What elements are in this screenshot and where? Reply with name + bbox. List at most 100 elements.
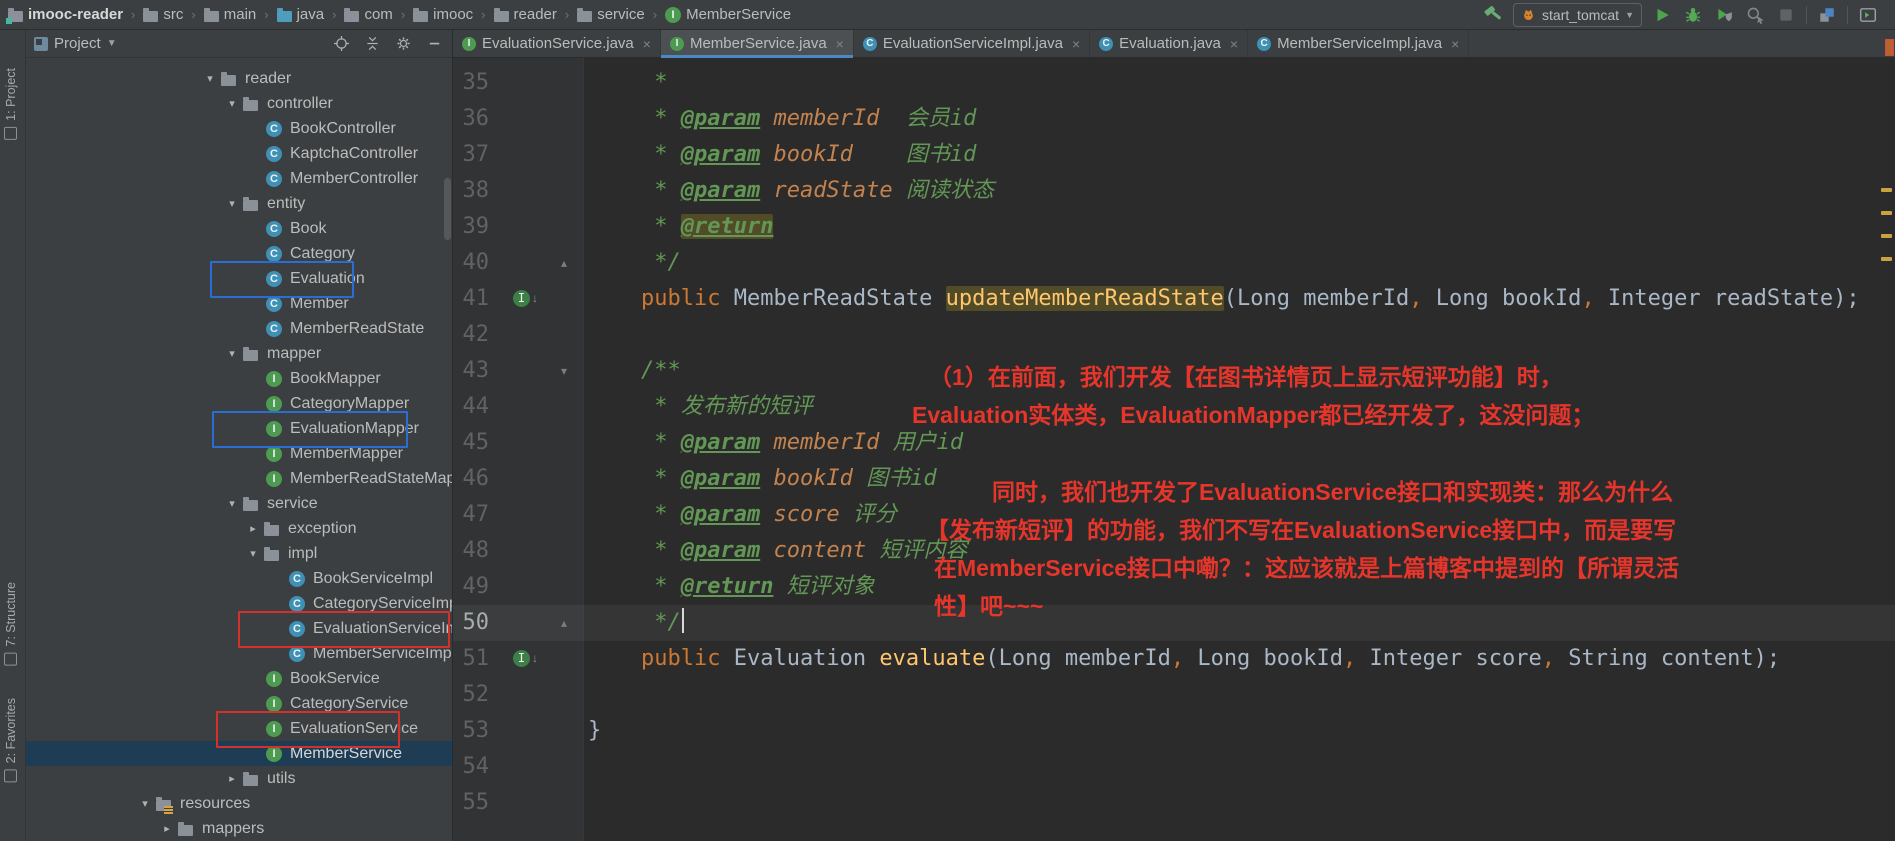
tab-MemberService.java[interactable]: I MemberService.java ×: [660, 30, 854, 58]
tree-item-label: Category: [290, 244, 355, 262]
error-stripe-mark[interactable]: [1881, 188, 1892, 192]
tree-item-mapper[interactable]: ▾ mapper: [26, 341, 453, 366]
code-text: * @param score 评分: [588, 502, 897, 527]
tree-item-MemberServiceImpl[interactable]: C MemberServiceImpl: [26, 641, 453, 666]
breadcrumb-label: main: [223, 6, 257, 23]
tree-item-CategoryService[interactable]: I CategoryService: [26, 691, 453, 716]
run-button[interactable]: [1651, 4, 1673, 26]
tree-item-EvaluationMapper[interactable]: I EvaluationMapper: [26, 416, 453, 441]
interface-icon: I: [266, 695, 282, 712]
tree-item-BookService[interactable]: I BookService: [26, 666, 453, 691]
fold-end-icon[interactable]: ▴: [556, 245, 572, 281]
tree-item-exception[interactable]: ▸ exception: [26, 516, 453, 541]
editor-line-46: 46 * @param bookId 图书id: [453, 461, 1895, 497]
tree-item-CategoryMapper[interactable]: I CategoryMapper: [26, 391, 453, 416]
tree-item-controller[interactable]: ▾ controller: [26, 91, 453, 116]
tree-item-MemberService[interactable]: I MemberService: [26, 741, 453, 766]
tree-item-Member[interactable]: C Member: [26, 291, 453, 316]
tree-expanded-arrow-icon[interactable]: ▾: [134, 797, 156, 810]
tree-item-Evaluation[interactable]: C Evaluation: [26, 266, 453, 291]
error-stripe-top-mark[interactable]: [1885, 39, 1894, 56]
project-windows-button[interactable]: [1816, 4, 1838, 26]
tab-Evaluation.java[interactable]: C Evaluation.java ×: [1090, 30, 1249, 57]
tab-close-icon[interactable]: ×: [836, 36, 844, 52]
tree-item-MemberReadStateMapper[interactable]: I MemberReadStateMapper: [26, 466, 453, 491]
tool-window-button-structure[interactable]: 7: Structure: [4, 582, 18, 666]
tree-collapsed-arrow-icon[interactable]: ▸: [242, 522, 264, 535]
breadcrumb-label: reader: [513, 6, 557, 23]
breadcrumb-item-service[interactable]: service: [575, 6, 647, 23]
tree-collapsed-arrow-icon[interactable]: ▸: [156, 822, 178, 835]
tree-item-entity[interactable]: ▾ entity: [26, 191, 453, 216]
debug-button[interactable]: [1682, 4, 1704, 26]
project-folder-icon: [6, 7, 23, 24]
tree-expanded-arrow-icon[interactable]: ▾: [221, 197, 243, 210]
tool-window-button-favorites[interactable]: 2: Favorites: [4, 698, 18, 783]
tree-item-BookServiceImpl[interactable]: C BookServiceImpl: [26, 566, 453, 591]
run-with-coverage-button[interactable]: [1713, 4, 1735, 26]
tab-close-icon[interactable]: ×: [643, 36, 651, 52]
tree-item-utils[interactable]: ▸ utils: [26, 766, 453, 791]
tree-item-MemberReadState[interactable]: C MemberReadState: [26, 316, 453, 341]
chevron-down-icon[interactable]: ▼: [107, 38, 117, 49]
collapse-all-icon[interactable]: [363, 35, 381, 53]
breadcrumb-item-main[interactable]: main: [202, 6, 259, 23]
terminal-run-button[interactable]: [1857, 4, 1879, 26]
breadcrumb-item-src[interactable]: src: [141, 6, 185, 23]
tab-close-icon[interactable]: ×: [1072, 36, 1080, 52]
error-stripe-mark[interactable]: [1881, 257, 1892, 261]
breadcrumb-item-java[interactable]: java: [275, 6, 327, 23]
breadcrumb-item-reader[interactable]: reader: [492, 6, 559, 23]
tree-item-KaptchaController[interactable]: C KaptchaController: [26, 141, 453, 166]
tree-collapsed-arrow-icon[interactable]: ▸: [221, 772, 243, 785]
breadcrumb-item-imooc-reader[interactable]: imooc-reader: [6, 6, 125, 24]
implemented-marker-icon[interactable]: I: [513, 650, 530, 667]
run-configuration-select[interactable]: start_tomcat ▼: [1513, 2, 1642, 27]
tree-expanded-arrow-icon[interactable]: ▾: [221, 497, 243, 510]
tree-item-Book[interactable]: C Book: [26, 216, 453, 241]
breadcrumb-item-com[interactable]: com: [342, 6, 394, 23]
tree-item-BookMapper[interactable]: I BookMapper: [26, 366, 453, 391]
tab-MemberServiceImpl.java[interactable]: C MemberServiceImpl.java ×: [1248, 30, 1470, 57]
stop-button[interactable]: [1775, 4, 1797, 26]
code-editor[interactable]: 35 * 36 * @param memberId 会员id 37 * @param…: [453, 58, 1895, 841]
tree-item-CategoryServiceImpl[interactable]: C CategoryServiceImpl: [26, 591, 453, 616]
implemented-marker-icon[interactable]: I: [513, 290, 530, 307]
profiler-button[interactable]: [1744, 4, 1766, 26]
error-stripe-mark[interactable]: [1881, 211, 1892, 215]
hide-panel-icon[interactable]: [425, 35, 443, 53]
breadcrumb-item-MemberService[interactable]: I MemberService: [663, 6, 793, 23]
fold-end-icon[interactable]: ▴: [556, 605, 572, 641]
breadcrumb-separator: ›: [131, 7, 136, 22]
tool-window-button-project[interactable]: 1: Project: [4, 68, 18, 140]
build-button[interactable]: [1482, 4, 1504, 26]
locate-icon[interactable]: [332, 35, 350, 53]
settings-gear-icon[interactable]: [394, 35, 412, 53]
breadcrumb-item-imooc[interactable]: imooc: [411, 6, 475, 23]
tree-item-resources[interactable]: ▾ resources: [26, 791, 453, 816]
tree-item-reader[interactable]: ▾ reader: [26, 66, 453, 91]
tree-item-BookController[interactable]: C BookController: [26, 116, 453, 141]
tree-scrollbar[interactable]: [444, 178, 451, 240]
tab-EvaluationServiceImpl.java[interactable]: C EvaluationServiceImpl.java ×: [854, 30, 1091, 57]
project-panel-title: Project: [54, 35, 101, 52]
tab-close-icon[interactable]: ×: [1451, 36, 1459, 52]
error-stripe-mark[interactable]: [1881, 234, 1892, 238]
tree-expanded-arrow-icon[interactable]: ▾: [242, 547, 264, 560]
tree-item-service[interactable]: ▾ service: [26, 491, 453, 516]
tree-expanded-arrow-icon[interactable]: ▾: [221, 97, 243, 110]
tree-item-EvaluationService[interactable]: I EvaluationService: [26, 716, 453, 741]
ide-window: { "breadcrumb": [ {"label":"imooc-reader…: [0, 0, 1895, 841]
tree-item-EvaluationServiceImpl[interactable]: C EvaluationServiceImpl: [26, 616, 453, 641]
fold-start-icon[interactable]: ▾: [556, 353, 572, 389]
tab-close-icon[interactable]: ×: [1230, 36, 1238, 52]
tree-item-Category[interactable]: C Category: [26, 241, 453, 266]
tree-item-MemberMapper[interactable]: I MemberMapper: [26, 441, 453, 466]
tree-item-mappers[interactable]: ▸ mappers: [26, 816, 453, 841]
tree-expanded-arrow-icon[interactable]: ▾: [199, 72, 221, 85]
tree-expanded-arrow-icon[interactable]: ▾: [221, 347, 243, 360]
tab-EvaluationService.java[interactable]: I EvaluationService.java ×: [453, 30, 661, 57]
tree-item-MemberController[interactable]: C MemberController: [26, 166, 453, 191]
tree-item-label: MemberService: [290, 744, 403, 762]
tree-item-impl[interactable]: ▾ impl: [26, 541, 453, 566]
